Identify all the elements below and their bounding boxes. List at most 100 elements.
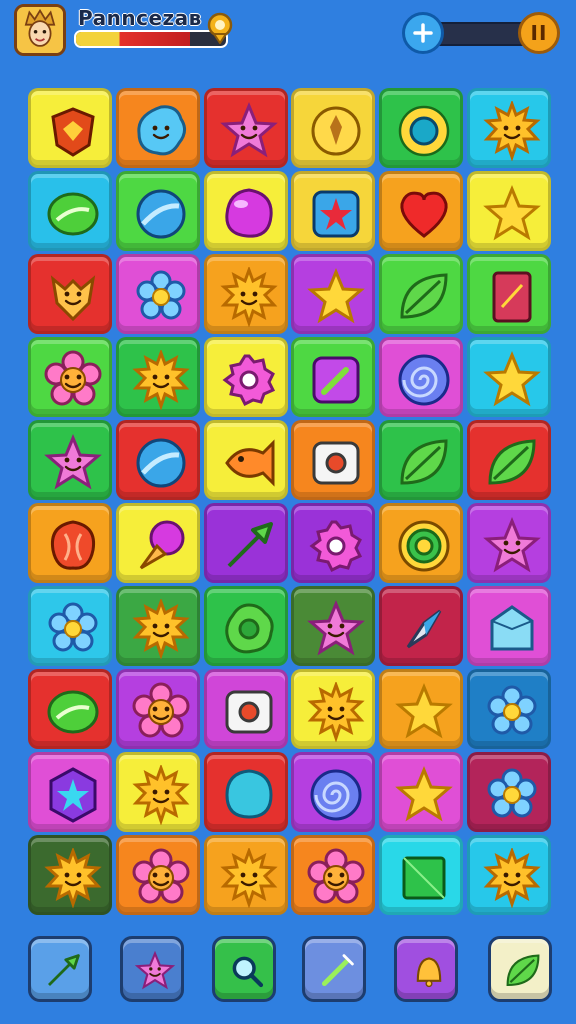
board-tile[interactable] bbox=[28, 752, 112, 832]
wand-box-icon bbox=[312, 356, 360, 404]
board-tile[interactable] bbox=[467, 337, 551, 417]
board-tile[interactable] bbox=[467, 171, 551, 251]
board-tile[interactable] bbox=[467, 88, 551, 168]
star-icon bbox=[483, 185, 541, 241]
star-face-icon bbox=[44, 434, 102, 490]
ball-icon bbox=[136, 189, 186, 239]
board-tile[interactable] bbox=[467, 503, 551, 583]
board-tile[interactable] bbox=[28, 835, 112, 915]
board-tile[interactable] bbox=[291, 171, 375, 251]
avatar-face-icon bbox=[17, 7, 63, 53]
board-tile[interactable] bbox=[467, 586, 551, 666]
board-tile[interactable] bbox=[28, 586, 112, 666]
sun-face-icon bbox=[132, 599, 190, 659]
power-up-button[interactable] bbox=[28, 936, 92, 1002]
gear-icon bbox=[222, 354, 276, 407]
sun-face-icon bbox=[220, 267, 278, 327]
board-tile[interactable] bbox=[291, 254, 375, 334]
board-tile[interactable] bbox=[116, 337, 200, 417]
board-tile[interactable] bbox=[28, 503, 112, 583]
map-pin-icon[interactable] bbox=[204, 12, 236, 44]
board-tile[interactable] bbox=[291, 752, 375, 832]
star-icon bbox=[395, 766, 453, 822]
player-avatar[interactable] bbox=[14, 4, 66, 56]
board-tile[interactable] bbox=[379, 835, 463, 915]
board-tile[interactable] bbox=[379, 88, 463, 168]
board-tile[interactable] bbox=[379, 503, 463, 583]
board-tile[interactable] bbox=[204, 586, 288, 666]
board-tile[interactable] bbox=[116, 171, 200, 251]
power-up-button[interactable] bbox=[302, 936, 366, 1002]
leaf-icon bbox=[400, 273, 448, 319]
board-tile[interactable] bbox=[291, 835, 375, 915]
search-icon bbox=[232, 956, 264, 988]
board-tile[interactable] bbox=[204, 88, 288, 168]
board-tile[interactable] bbox=[291, 337, 375, 417]
leaf-icon bbox=[400, 439, 448, 485]
board-tile[interactable] bbox=[116, 752, 200, 832]
board-tile[interactable] bbox=[28, 669, 112, 749]
board-tile[interactable] bbox=[204, 254, 288, 334]
game-board bbox=[28, 88, 552, 922]
boost-button[interactable] bbox=[402, 12, 444, 54]
board-tile[interactable] bbox=[467, 420, 551, 500]
board-tile[interactable] bbox=[116, 88, 200, 168]
board-tile[interactable] bbox=[116, 254, 200, 334]
compass-icon bbox=[406, 609, 442, 649]
board-tile[interactable] bbox=[204, 669, 288, 749]
pause-button[interactable]: II bbox=[518, 12, 560, 54]
flower-icon bbox=[136, 270, 186, 320]
board-tile[interactable] bbox=[467, 752, 551, 832]
board-tile[interactable] bbox=[28, 254, 112, 334]
board-tile[interactable] bbox=[204, 420, 288, 500]
board-tile[interactable] bbox=[116, 669, 200, 749]
board-tile[interactable] bbox=[204, 752, 288, 832]
board-tile[interactable] bbox=[467, 835, 551, 915]
board-tile[interactable] bbox=[379, 586, 463, 666]
board-tile[interactable] bbox=[204, 835, 288, 915]
flower-face-icon bbox=[44, 350, 102, 406]
flower-icon bbox=[487, 768, 537, 818]
flower-icon bbox=[487, 685, 537, 735]
card-icon bbox=[492, 271, 532, 323]
power-up-button[interactable] bbox=[120, 936, 184, 1002]
board-tile[interactable] bbox=[379, 420, 463, 500]
board-tile[interactable] bbox=[28, 420, 112, 500]
sun-ring-icon bbox=[398, 105, 450, 157]
board-tile[interactable] bbox=[291, 586, 375, 666]
power-up-button[interactable] bbox=[212, 936, 276, 1002]
board-tile[interactable] bbox=[379, 669, 463, 749]
sun-face-icon bbox=[307, 682, 365, 742]
fox-icon bbox=[50, 275, 96, 322]
board-tile[interactable] bbox=[28, 88, 112, 168]
board-tile[interactable] bbox=[467, 669, 551, 749]
arrow-icon bbox=[48, 954, 80, 986]
board-tile[interactable] bbox=[204, 337, 288, 417]
board-tile[interactable] bbox=[116, 420, 200, 500]
shell-icon bbox=[50, 520, 96, 570]
top-bar: Panncezaв II bbox=[0, 0, 576, 70]
camera-icon bbox=[225, 690, 273, 734]
board-tile[interactable] bbox=[28, 337, 112, 417]
board-tile[interactable] bbox=[379, 171, 463, 251]
board-tile[interactable] bbox=[467, 254, 551, 334]
board-tile[interactable] bbox=[379, 254, 463, 334]
power-up-button[interactable] bbox=[488, 936, 552, 1002]
board-tile[interactable] bbox=[291, 669, 375, 749]
board-tile[interactable] bbox=[204, 503, 288, 583]
board-tile[interactable] bbox=[116, 835, 200, 915]
board-tile[interactable] bbox=[204, 171, 288, 251]
board-tile[interactable] bbox=[291, 88, 375, 168]
star-face-icon bbox=[483, 517, 541, 573]
bottom-toolbar bbox=[0, 930, 576, 1024]
board-tile[interactable] bbox=[379, 752, 463, 832]
flower-face-icon bbox=[307, 848, 365, 904]
board-tile[interactable] bbox=[28, 171, 112, 251]
board-tile[interactable] bbox=[116, 503, 200, 583]
power-up-button[interactable] bbox=[394, 936, 458, 1002]
board-tile[interactable] bbox=[291, 420, 375, 500]
board-tile[interactable] bbox=[379, 337, 463, 417]
board-tile[interactable] bbox=[116, 586, 200, 666]
hud-right: II bbox=[402, 10, 564, 56]
board-tile[interactable] bbox=[291, 503, 375, 583]
